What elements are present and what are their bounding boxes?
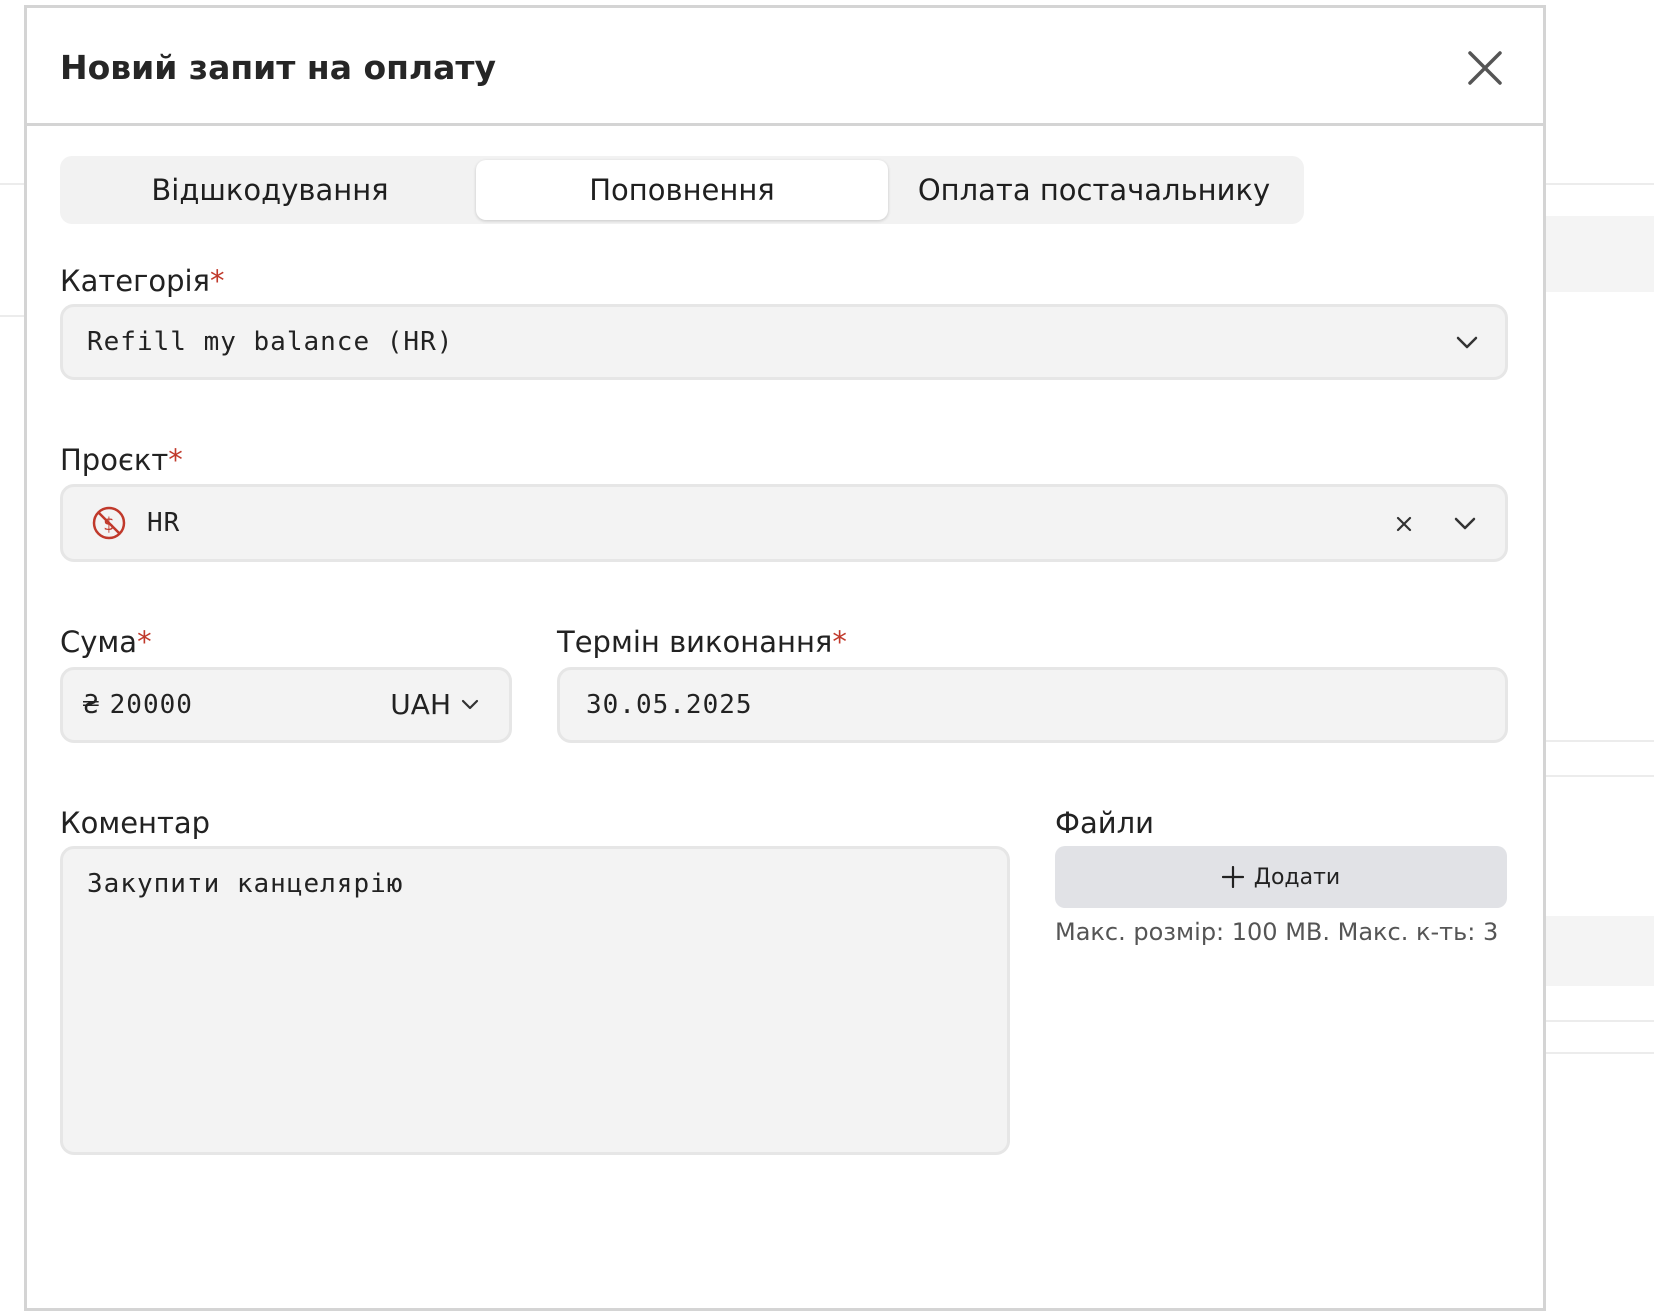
required-mark: * [168, 443, 183, 477]
required-mark: * [137, 625, 152, 659]
project-dropdown-toggle[interactable] [1449, 508, 1481, 540]
required-mark: * [209, 264, 225, 298]
project-label-text: Проєкт [60, 443, 169, 477]
project-label: Проєкт* [60, 443, 183, 477]
amount-label: Сума* [60, 625, 152, 659]
category-value: Refill my balance (HR) [87, 327, 454, 357]
close-button[interactable] [1461, 44, 1509, 92]
deadline-label-text: Термін виконання [557, 625, 833, 659]
currency-symbol: ₴ [83, 690, 100, 720]
comment-value: Закупити канцелярію [87, 869, 404, 899]
clear-icon [1396, 516, 1412, 532]
modal-header: Новий запит на оплату [27, 8, 1543, 126]
comment-textarea[interactable]: Закупити канцелярію [60, 846, 1010, 1155]
currency-value: UAH [390, 688, 451, 721]
request-type-tabs: Відшкодування Поповнення Оплата постачал… [60, 156, 1304, 224]
required-mark: * [832, 625, 847, 659]
amount-value: 20000 [109, 690, 193, 720]
files-hint: Макс. розмір: 100 MB. Макс. к-ть: 3 [1055, 918, 1499, 946]
chevron-down-icon [461, 699, 479, 709]
files-label: Файли [1055, 806, 1154, 840]
plus-icon [1221, 866, 1244, 888]
payment-request-modal: Новий запит на оплату Відшкодування Попо… [24, 5, 1546, 1311]
close-icon [1468, 51, 1502, 85]
modal-title: Новий запит на оплату [60, 48, 496, 87]
add-file-button[interactable]: Додати [1055, 846, 1507, 908]
project-value: HR [147, 508, 181, 538]
tab-supplier-payment[interactable]: Оплата постачальнику [888, 160, 1300, 220]
chevron-down-icon [1456, 336, 1478, 349]
svg-text:$: $ [103, 514, 114, 535]
no-money-icon: $ [92, 506, 126, 540]
tab-refill[interactable]: Поповнення [476, 160, 888, 220]
currency-select[interactable]: UAH [390, 688, 479, 721]
project-clear-button[interactable] [1389, 509, 1419, 539]
deadline-label: Термін виконання* [557, 625, 847, 659]
tab-reimbursement[interactable]: Відшкодування [64, 160, 476, 220]
comment-label: Коментар [60, 806, 211, 840]
deadline-date-input[interactable]: 30.05.2025 [557, 667, 1508, 743]
category-dropdown-toggle[interactable] [1451, 327, 1483, 359]
project-select[interactable]: $ HR [60, 484, 1508, 562]
amount-label-text: Сума [60, 625, 138, 659]
category-label-text: Категорія [60, 264, 210, 298]
category-label: Категорія* [60, 264, 224, 298]
amount-input[interactable]: ₴ 20000 UAH [60, 667, 512, 743]
chevron-down-icon [1454, 517, 1476, 530]
deadline-value: 30.05.2025 [586, 690, 753, 720]
add-file-label: Додати [1253, 864, 1341, 890]
category-select[interactable]: Refill my balance (HR) [60, 304, 1508, 380]
